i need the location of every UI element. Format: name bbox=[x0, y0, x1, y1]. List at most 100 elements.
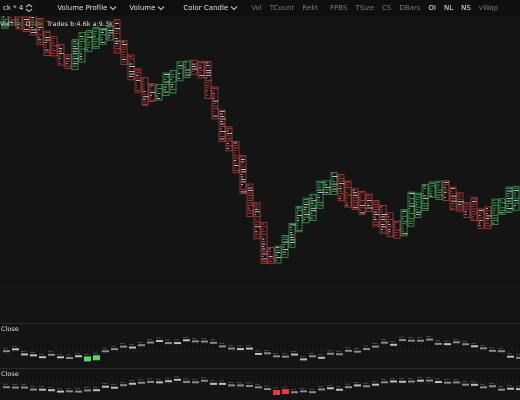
oi-box bbox=[318, 388, 325, 391]
oi-box bbox=[57, 356, 64, 359]
oi-box bbox=[282, 355, 289, 358]
candle bbox=[218, 109, 226, 143]
oi-box bbox=[462, 343, 469, 346]
oi-box bbox=[192, 340, 199, 343]
candle bbox=[351, 188, 359, 210]
toggle-rekt[interactable]: Rekt bbox=[298, 0, 322, 16]
oi-box bbox=[399, 380, 406, 383]
oi-box bbox=[156, 340, 163, 343]
oi-box bbox=[327, 387, 334, 390]
toggle-tsize[interactable]: TSize bbox=[351, 0, 378, 16]
oi-box bbox=[210, 341, 217, 344]
color-candle-dropdown[interactable]: Color Candle bbox=[180, 0, 241, 16]
toggle-fpbs[interactable]: FPBS bbox=[326, 0, 351, 16]
oi-box bbox=[57, 390, 64, 393]
oi-box bbox=[3, 350, 10, 353]
oi-box bbox=[273, 355, 280, 358]
oi-box bbox=[318, 356, 325, 359]
price-chart[interactable] bbox=[0, 0, 520, 322]
oi-box bbox=[120, 345, 127, 348]
stats-volume: Vol70k bbox=[0, 20, 22, 28]
trading-app: ck * 4 Volume Profile Volume Color Candl… bbox=[0, 0, 520, 400]
toggle-ns[interactable]: NS bbox=[457, 0, 475, 16]
timeframe-selector[interactable]: ck * 4 bbox=[0, 0, 36, 16]
oi-box bbox=[66, 390, 73, 393]
oi-box bbox=[255, 386, 262, 389]
oi-box bbox=[147, 380, 154, 383]
oi-box bbox=[417, 379, 424, 382]
indicator-pane-1[interactable]: Close bbox=[0, 323, 520, 368]
oi-box bbox=[111, 386, 118, 389]
chevron-up-down-icon bbox=[25, 4, 33, 12]
oi-box bbox=[354, 384, 361, 387]
oi-box bbox=[30, 388, 37, 391]
oi-box bbox=[111, 348, 118, 351]
volume-profile-dropdown[interactable]: Volume Profile bbox=[54, 0, 120, 16]
candle bbox=[239, 155, 247, 195]
oi-box bbox=[192, 381, 199, 384]
oi-box bbox=[336, 388, 343, 391]
oi-box bbox=[264, 388, 271, 391]
pane-1-boxes bbox=[3, 336, 520, 362]
indicator-pane-2[interactable]: Close bbox=[0, 368, 520, 400]
toggle-cs[interactable]: CS bbox=[378, 0, 395, 16]
toggle-nl[interactable]: NL bbox=[440, 0, 457, 16]
candle bbox=[288, 223, 296, 248]
oi-box bbox=[345, 386, 352, 389]
oi-box bbox=[507, 387, 514, 390]
oi-box bbox=[84, 356, 91, 362]
oi-box bbox=[363, 348, 370, 351]
oi-box bbox=[309, 391, 316, 394]
oi-box bbox=[174, 378, 181, 381]
oi-box bbox=[471, 383, 478, 386]
chart-toolbar: ck * 4 Volume Profile Volume Color Candl… bbox=[0, 0, 520, 16]
volume-dropdown[interactable]: Volume bbox=[126, 0, 168, 16]
oi-box bbox=[210, 382, 217, 385]
pane-1-chart bbox=[0, 336, 520, 362]
oi-box bbox=[129, 382, 136, 385]
oi-box bbox=[255, 352, 262, 355]
oi-box bbox=[21, 353, 28, 356]
oi-box bbox=[498, 388, 505, 391]
oi-box bbox=[39, 388, 46, 391]
toggle-vwap[interactable]: vWap bbox=[475, 0, 502, 16]
toggle-tcount[interactable]: TCount bbox=[266, 0, 299, 16]
candle bbox=[442, 180, 450, 202]
oi-box bbox=[48, 353, 55, 356]
pane-2-chart bbox=[0, 376, 520, 395]
oi-box bbox=[417, 339, 424, 342]
oi-box bbox=[471, 345, 478, 348]
oi-box bbox=[480, 386, 487, 389]
oi-box bbox=[129, 346, 136, 349]
candle bbox=[253, 202, 261, 240]
candle bbox=[92, 27, 100, 49]
candle bbox=[428, 181, 436, 198]
stats-line: Vol70k D70k Trades b:4.6k a:9.3k bbox=[0, 18, 113, 30]
candle bbox=[78, 32, 86, 63]
oi-box bbox=[363, 385, 370, 388]
toggle-vol[interactable]: Vol bbox=[247, 0, 265, 16]
oi-box bbox=[426, 338, 433, 341]
oi-box bbox=[39, 356, 46, 359]
oi-box bbox=[435, 342, 442, 345]
oi-box bbox=[516, 356, 520, 359]
oi-box bbox=[516, 388, 520, 391]
toggle-dbars[interactable]: DBars bbox=[395, 0, 424, 16]
candle bbox=[190, 59, 198, 75]
oi-box bbox=[246, 347, 253, 350]
oi-box bbox=[327, 352, 334, 355]
candle bbox=[358, 190, 366, 215]
oi-box bbox=[165, 380, 172, 383]
candle bbox=[113, 19, 121, 54]
oi-box bbox=[93, 355, 100, 361]
oi-box bbox=[264, 352, 271, 355]
candle bbox=[400, 209, 408, 237]
oi-box bbox=[480, 347, 487, 350]
oi-box bbox=[219, 345, 226, 348]
oi-box bbox=[300, 358, 307, 361]
oi-box bbox=[408, 380, 415, 383]
toggle-oi[interactable]: OI bbox=[424, 0, 440, 16]
oi-box bbox=[156, 381, 163, 384]
oi-box bbox=[372, 383, 379, 386]
volume-profile-label: Volume Profile bbox=[57, 4, 108, 12]
